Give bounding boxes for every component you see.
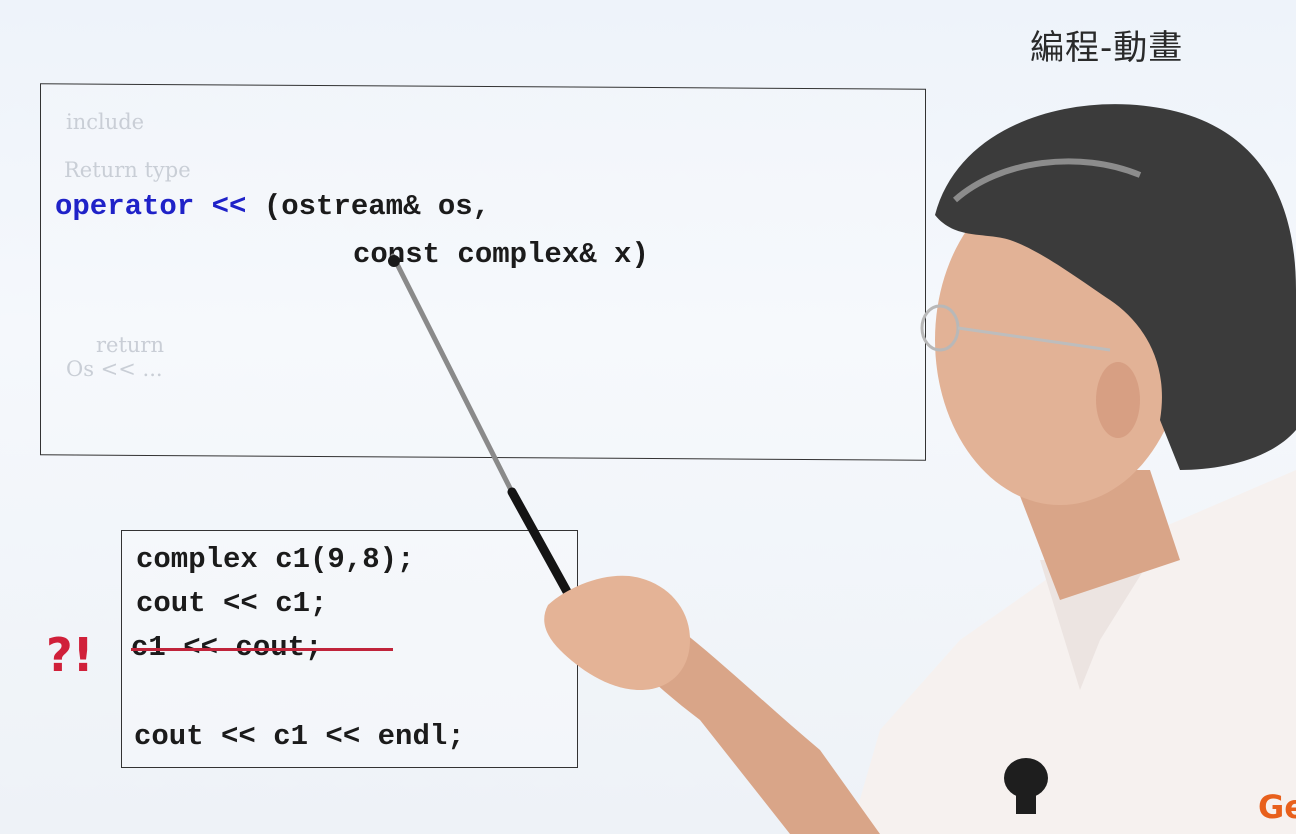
pointer-shaft [390,253,515,495]
microphone-clip [1016,790,1036,814]
presenter-hand [544,575,690,690]
presenter-illustration [388,104,1296,834]
presenter-ear [1096,362,1140,438]
logo-text: Ge [1258,788,1296,826]
pointer-tip [388,255,400,267]
lecture-slide-frame: 編程-動畫 include Return type return Os << .… [0,0,1296,834]
